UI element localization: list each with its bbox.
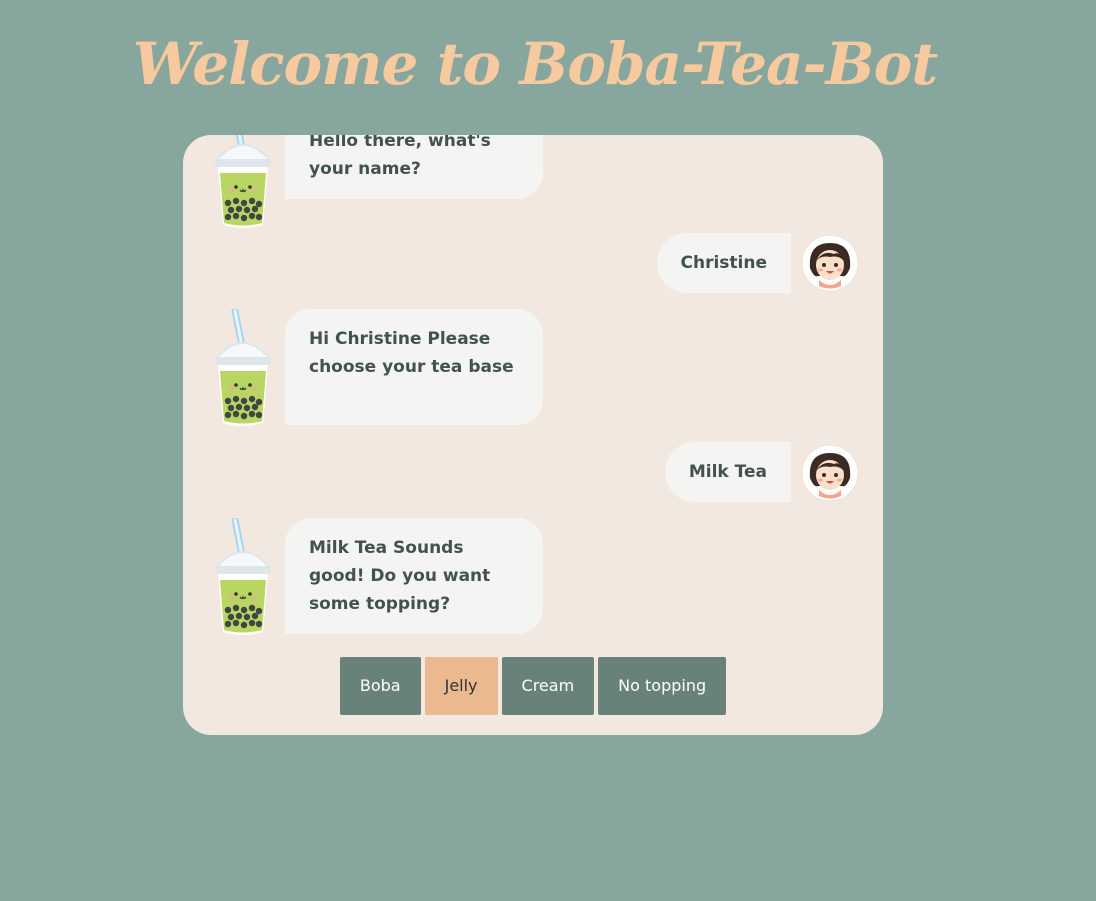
girl-avatar-icon <box>801 234 859 292</box>
option-boba-button[interactable]: Boba <box>339 657 421 715</box>
bot-message-bubble: Hi Christine Please choose your tea base <box>285 309 543 425</box>
bot-message-bubble: Milk Tea Sounds good! Do you want some t… <box>285 518 543 634</box>
chat-window: Hello there, what's your name? Christine… <box>183 135 883 735</box>
option-no-topping-button[interactable]: No topping <box>598 657 727 715</box>
girl-avatar-icon <box>801 444 859 502</box>
page: Welcome to Boba-Tea-Bot Hello there, wha… <box>0 0 1096 901</box>
option-cream-button[interactable]: Cream <box>501 657 595 715</box>
bubble-tea-icon <box>211 309 275 429</box>
user-message-bubble: Christine <box>656 233 791 293</box>
bot-message-bubble: Hello there, what's your name? <box>285 135 543 199</box>
bubble-tea-icon <box>211 518 275 638</box>
page-title: Welcome to Boba-Tea-Bot <box>132 30 938 98</box>
user-message-bubble: Milk Tea <box>664 442 791 502</box>
topping-options: Boba Jelly Cream No topping <box>183 657 883 715</box>
message-list[interactable]: Hello there, what's your name? Christine… <box>183 135 883 645</box>
option-jelly-button[interactable]: Jelly <box>424 657 498 715</box>
bubble-tea-icon <box>211 135 275 231</box>
